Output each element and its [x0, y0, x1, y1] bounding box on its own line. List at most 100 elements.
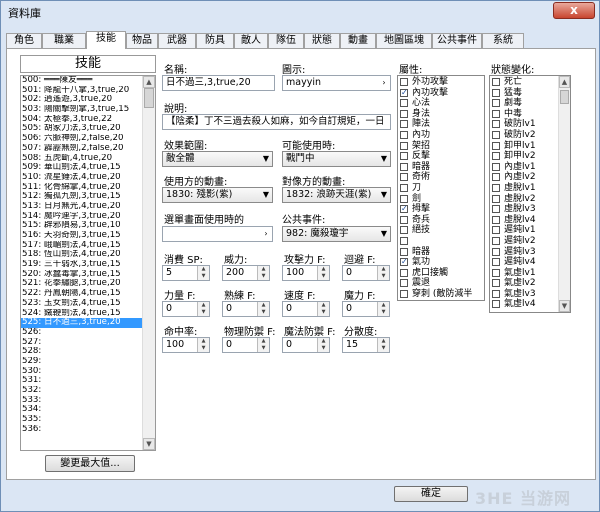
icon-select-icon[interactable]: › [379, 76, 389, 90]
state-item[interactable]: 中毒 [492, 109, 536, 120]
list-item[interactable]: 516: 天羽奇劍,3,true,15 [21, 231, 143, 241]
state-item[interactable]: 虛脫lv3 [492, 204, 536, 215]
checkbox-icon[interactable] [400, 268, 408, 277]
list-item[interactable]: 506: 六脈神劍,2,false,20 [21, 134, 143, 144]
checkbox-icon[interactable] [400, 183, 408, 192]
icon-field[interactable]: mayyin › [282, 75, 391, 91]
atk-f-spinner[interactable]: 100 ▲ ▼ [282, 265, 330, 281]
desc-field[interactable]: 【陰柔】丁不三過去殺人如麻，如今自訂規矩，一日 [162, 114, 391, 130]
scroll-thumb[interactable] [144, 88, 154, 108]
list-item[interactable]: 533: [21, 396, 143, 406]
list-item[interactable]: 529: [21, 357, 143, 367]
list-item[interactable]: 527: [21, 338, 143, 348]
eva-f-spinner[interactable]: 0 ▲ ▼ [342, 265, 390, 281]
checkbox-icon[interactable] [400, 141, 408, 150]
checkbox-icon[interactable] [492, 268, 500, 277]
attribute-item[interactable]: 劍 [400, 194, 472, 205]
list-item[interactable]: 531: [21, 376, 143, 386]
state-item[interactable]: 氣虛lv4 [492, 299, 536, 310]
checkbox-icon[interactable] [492, 300, 500, 309]
tab-item[interactable]: 物品 [126, 33, 158, 48]
checkbox-icon[interactable] [492, 215, 500, 224]
checkbox-icon[interactable] [492, 258, 500, 267]
checkbox-icon[interactable] [492, 289, 500, 298]
attribute-item[interactable]: 虎口接觸 [400, 268, 472, 279]
checkbox-icon[interactable] [492, 78, 500, 86]
state-item[interactable]: 破防lv2 [492, 130, 536, 141]
pdef-f-spinner[interactable]: 0 ▲ ▼ [222, 337, 270, 353]
checkbox-icon[interactable] [492, 247, 500, 256]
checkbox-icon[interactable] [400, 162, 408, 171]
tab-item[interactable]: 職業 [42, 33, 86, 48]
ok-button[interactable]: 確定 [394, 486, 468, 502]
attribute-item[interactable]: 暗器 [400, 247, 472, 258]
attribute-item[interactable]: 奇術 [400, 172, 472, 183]
occasion-dropdown[interactable]: 戰鬥中 ▼ [282, 151, 391, 167]
checkbox-icon[interactable] [400, 78, 408, 86]
state-item[interactable]: 破防lv1 [492, 119, 536, 130]
list-item[interactable]: 508: 五虎斷,4,true,20 [21, 154, 143, 164]
tab-item[interactable]: 技能 [86, 31, 126, 49]
attribute-item[interactable]: 刀 [400, 183, 472, 194]
checkbox-icon[interactable] [492, 130, 500, 139]
attribute-item[interactable]: ✓ 拇擊 [400, 204, 472, 215]
change-max-button[interactable]: 變更最大值... [45, 455, 135, 472]
list-item[interactable]: 501: 降龍十八掌,3,true,20 [21, 86, 143, 96]
list-item[interactable]: 536: [21, 425, 143, 435]
checkbox-icon[interactable] [492, 162, 500, 171]
checkbox-icon[interactable] [400, 279, 408, 288]
state-item[interactable]: 虛脫lv1 [492, 183, 536, 194]
int-f-spinner[interactable]: 0 ▲ ▼ [342, 301, 390, 317]
state-item[interactable]: 猛毒 [492, 88, 536, 99]
list-item[interactable]: 507: 霹靂無劍,2,false,20 [21, 144, 143, 154]
states-checklist[interactable]: 死亡 猛毒 劇毒 中毒 破防lv1 破防lv2 卸甲lv1 卸甲lv2 內虛lv1 內虛lv2 虛脫… [489, 75, 571, 313]
tab-item[interactable]: 敵人 [234, 33, 268, 48]
checkbox-icon[interactable] [492, 120, 500, 129]
variance-spinner[interactable]: 15 ▲ ▼ [342, 337, 390, 353]
list-item[interactable]: 503: 陽關擊劍掌,3,true,15 [21, 105, 143, 115]
states-scrollbar[interactable]: ▲ ▼ [558, 76, 570, 312]
power-spinner[interactable]: 200 ▲ ▼ [222, 265, 270, 281]
skill-list[interactable]: 500: ═══陳友═══ 501: 降龍十八掌,3,true,20 502: 逍遙… [20, 75, 156, 451]
list-item[interactable]: 517: 峨嵋劍法,4,true,15 [21, 241, 143, 251]
list-item[interactable]: 525: 日不過三,3,true,20 [21, 318, 143, 328]
mdef-f-spinner[interactable]: 0 ▲ ▼ [282, 337, 330, 353]
dex-f-spinner[interactable]: 0 ▲ ▼ [222, 301, 270, 317]
attribute-item[interactable]: 絕技 [400, 225, 472, 236]
state-item[interactable]: 遲鈍lv4 [492, 257, 536, 268]
se-select-icon[interactable]: › [261, 227, 271, 241]
scope-dropdown[interactable]: 敵全體 ▼ [162, 151, 273, 167]
list-item[interactable]: 504: 太極拳,3,true,22 [21, 115, 143, 125]
list-item[interactable]: 519: 三千弱水,3,true,15 [21, 260, 143, 270]
list-scrollbar[interactable]: ▲ ▼ [142, 76, 155, 450]
list-item[interactable]: 520: 冰蠶毒掌,3,true,15 [21, 270, 143, 280]
attribute-item[interactable]: 穿刺 (敵防減半 [400, 289, 472, 300]
state-item[interactable]: 內虛lv2 [492, 172, 536, 183]
state-item[interactable]: 卸甲lv2 [492, 151, 536, 162]
attribute-item[interactable]: ✓ 內功攻擊 [400, 88, 472, 99]
state-item[interactable]: 遲鈍lv1 [492, 225, 536, 236]
checkbox-icon[interactable] [400, 152, 408, 161]
list-item[interactable]: 514: 魔吟連字,3,true,20 [21, 212, 143, 222]
tab-item[interactable]: 系統 [482, 33, 524, 48]
checkbox-checked-icon[interactable]: ✓ [400, 88, 408, 97]
name-field[interactable]: 日不過三,3,true,20 [162, 75, 275, 91]
attribute-item[interactable] [400, 236, 472, 247]
checkbox-icon[interactable] [492, 99, 500, 108]
attribute-item[interactable]: 震退 [400, 278, 472, 289]
checkbox-icon[interactable] [492, 173, 500, 182]
attribute-item[interactable]: 內功 [400, 130, 472, 141]
list-item[interactable]: 518: 恆山劍法,4,true,20 [21, 250, 143, 260]
list-item[interactable]: 522: 丹鳳朝陽,4,true,15 [21, 289, 143, 299]
scroll-up-icon[interactable]: ▲ [559, 76, 570, 88]
attribute-item[interactable]: 陣法 [400, 119, 472, 130]
list-item[interactable]: 505: 胡家刀法,3,true,20 [21, 124, 143, 134]
checkbox-icon[interactable] [492, 88, 500, 97]
checkbox-icon[interactable] [400, 236, 408, 245]
hit-spinner[interactable]: 100 ▲ ▼ [162, 337, 210, 353]
attribute-item[interactable]: 暗器 [400, 162, 472, 173]
scroll-thumb[interactable] [560, 90, 569, 104]
tab-item[interactable]: 防具 [196, 33, 234, 48]
agi-f-spinner[interactable]: 0 ▲ ▼ [282, 301, 330, 317]
attribute-item[interactable]: 奇兵 [400, 215, 472, 226]
